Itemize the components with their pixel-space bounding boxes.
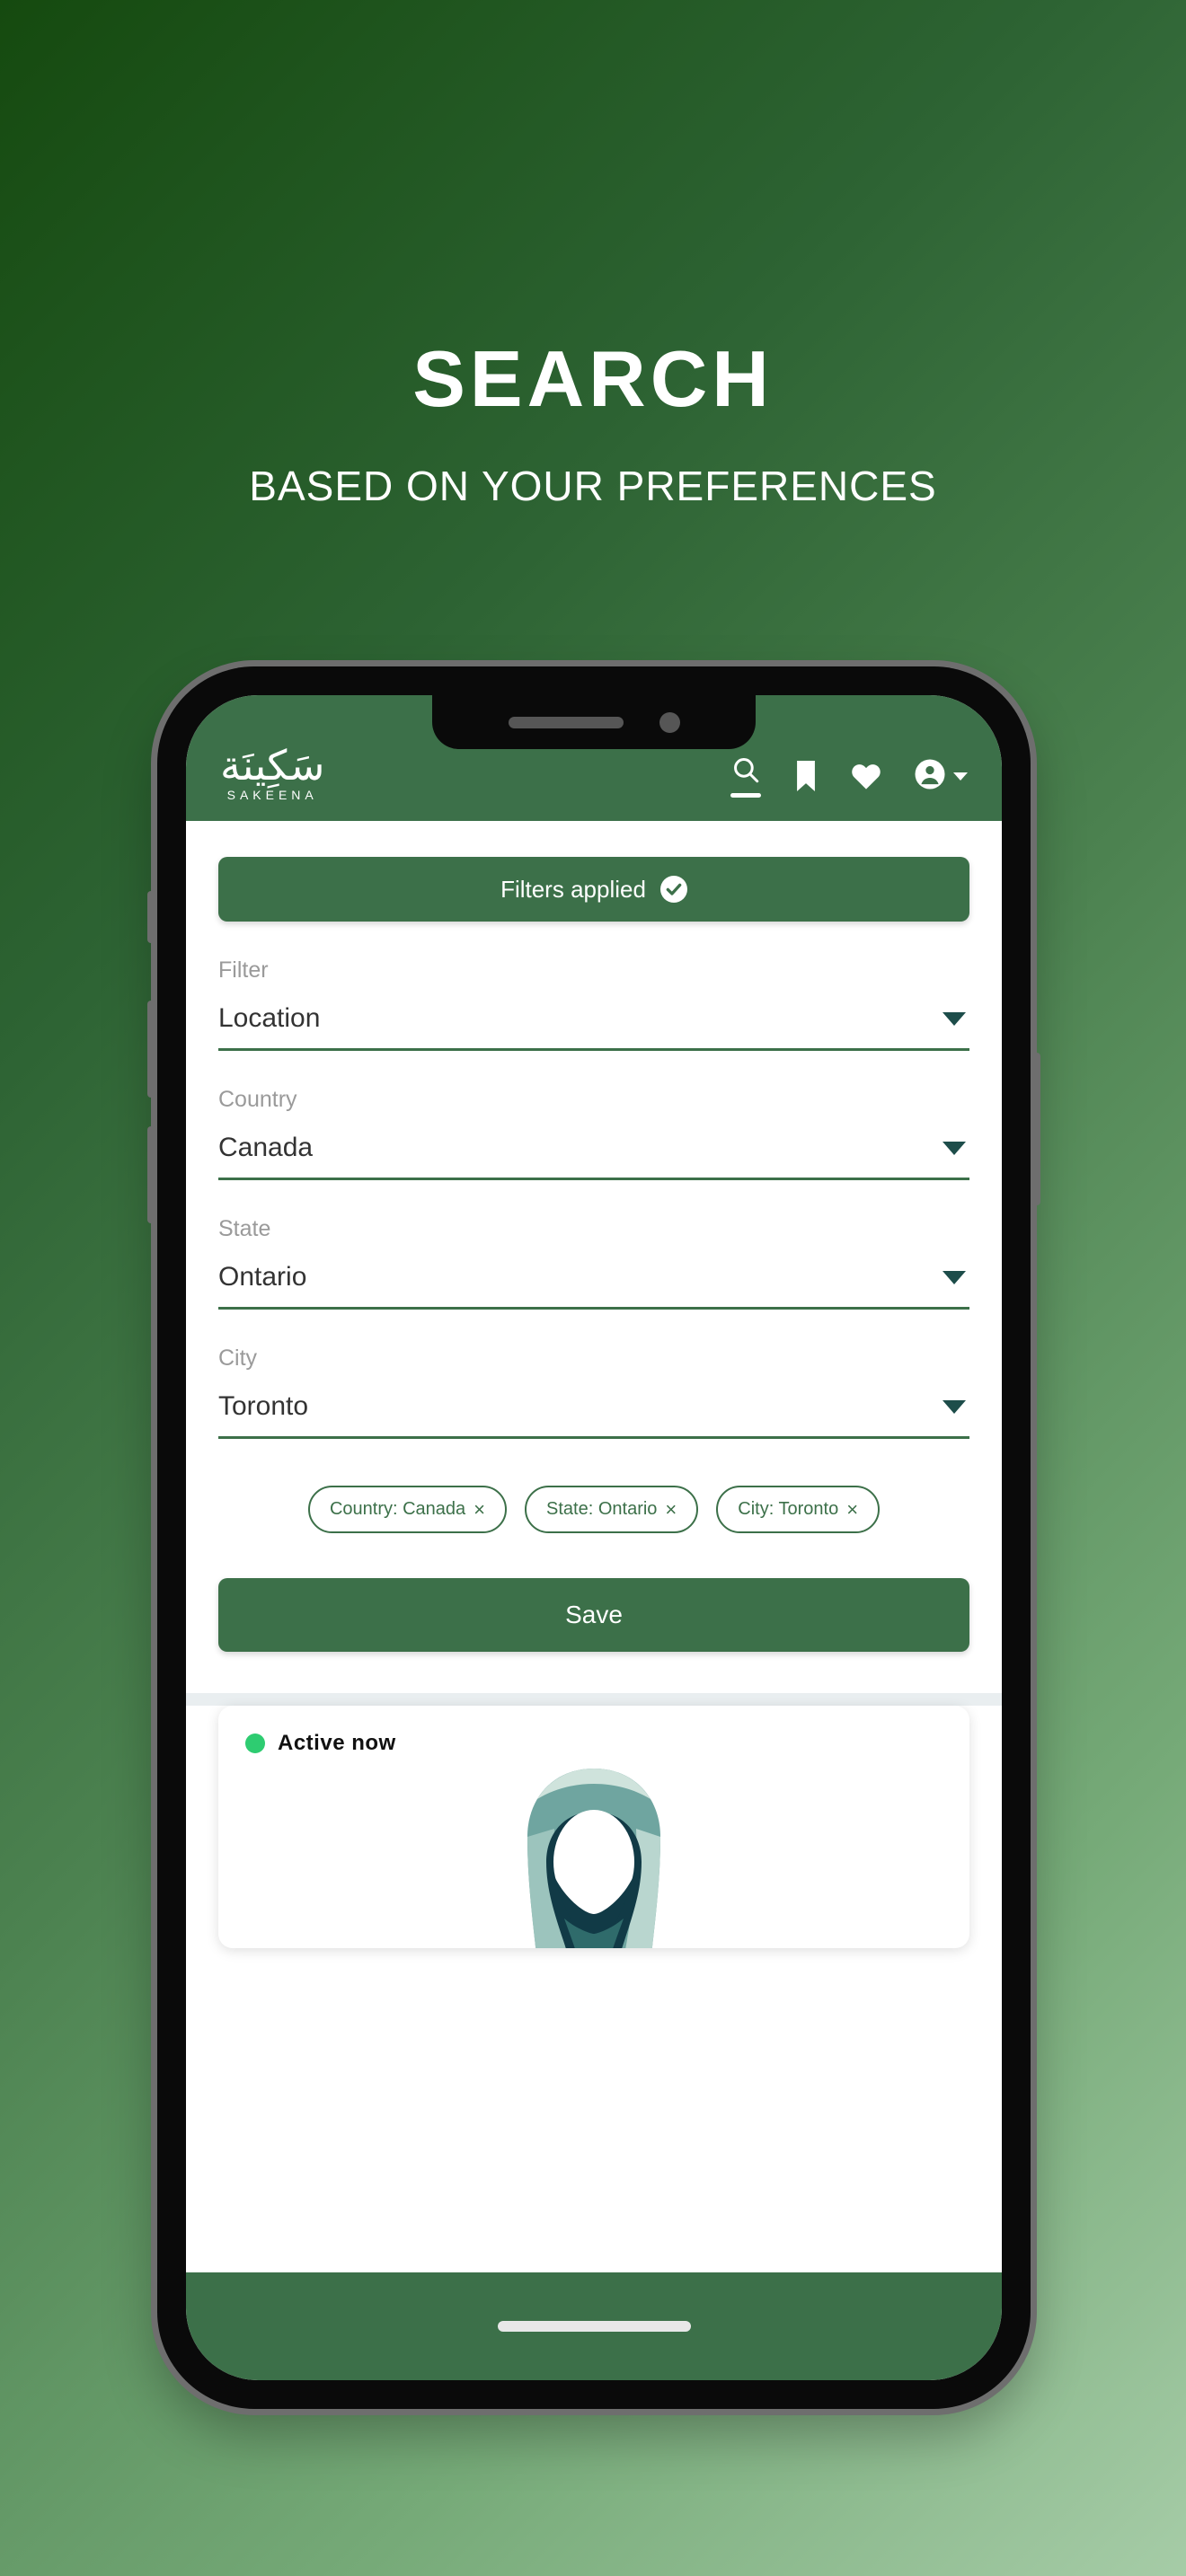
- city-field: City Toronto: [218, 1347, 969, 1439]
- city-field-value: Toronto: [218, 1391, 309, 1421]
- state-field: State Ontario: [218, 1218, 969, 1310]
- chevron-down-icon: [943, 1141, 966, 1155]
- promo-banner: SEARCH BASED ON YOUR PREFERENCES: [0, 0, 1186, 507]
- remove-chip-icon[interactable]: ×: [846, 1499, 858, 1520]
- state-field-select[interactable]: Ontario: [218, 1264, 969, 1310]
- phone-notch: [432, 695, 756, 749]
- filter-chip-state[interactable]: State: Ontario ×: [525, 1486, 699, 1533]
- logo-arabic-text: سَكِينَة: [220, 741, 325, 790]
- app-content: Filters applied Filter Location Country: [186, 821, 1002, 1652]
- country-field-value: Canada: [218, 1133, 314, 1162]
- profile-result-card[interactable]: Active now: [218, 1706, 969, 1948]
- filter-field-value: Location: [218, 1003, 321, 1033]
- app-logo[interactable]: سَكِينَة SAKEENA: [220, 745, 324, 801]
- bookmark-icon: [793, 761, 819, 791]
- filters-applied-label: Filters applied: [500, 875, 646, 903]
- city-field-select[interactable]: Toronto: [218, 1393, 969, 1439]
- country-field-select[interactable]: Canada: [218, 1134, 969, 1180]
- filter-field-label: Filter: [218, 957, 269, 983]
- save-button[interactable]: Save: [218, 1578, 969, 1652]
- filter-chip-label: State: Ontario: [546, 1499, 658, 1519]
- applied-filter-chips: Country: Canada × State: Ontario × City:…: [218, 1486, 969, 1533]
- volume-up-button[interactable]: [147, 1001, 157, 1098]
- city-field-label: City: [218, 1345, 258, 1371]
- silence-switch[interactable]: [147, 891, 157, 943]
- filter-field: Filter Location: [218, 959, 969, 1051]
- filter-chip-city[interactable]: City: Toronto ×: [716, 1486, 881, 1533]
- chevron-down-icon: [943, 1399, 966, 1414]
- logo-latin-text: SAKEENA: [226, 788, 318, 802]
- favorites-nav-item[interactable]: [851, 762, 881, 790]
- filter-chip-label: City: Toronto: [738, 1499, 839, 1519]
- filter-chip-country[interactable]: Country: Canada ×: [307, 1486, 508, 1533]
- phone-mockup: سَكِينَة SAKEENA Filters applied Filter …: [147, 666, 1040, 2409]
- remove-chip-icon[interactable]: ×: [665, 1499, 677, 1520]
- avatar: [491, 1761, 697, 1948]
- results-section-background: [186, 1693, 1002, 1706]
- earpiece-speaker: [508, 716, 624, 728]
- status-badge: Active now: [245, 1731, 943, 1756]
- header-icon-group: [730, 754, 968, 801]
- bookmark-nav-item[interactable]: [793, 761, 819, 791]
- phone-screen: سَكِينَة SAKEENA Filters applied Filter …: [186, 695, 1002, 2380]
- state-field-value: Ontario: [218, 1262, 307, 1292]
- account-icon: [914, 758, 946, 795]
- power-button[interactable]: [1031, 1053, 1040, 1205]
- chevron-down-icon: [953, 772, 968, 781]
- status-badge-label: Active now: [278, 1731, 396, 1755]
- active-tab-underline: [730, 793, 761, 798]
- state-field-label: State: [218, 1216, 271, 1241]
- front-camera: [659, 711, 680, 733]
- filter-field-select[interactable]: Location: [218, 1005, 969, 1051]
- filters-applied-button[interactable]: Filters applied: [218, 857, 969, 922]
- volume-down-button[interactable]: [147, 1126, 157, 1223]
- country-field-label: Country: [218, 1087, 297, 1112]
- page-subtitle: BASED ON YOUR PREFERENCES: [249, 463, 937, 509]
- chevron-down-icon: [943, 1011, 966, 1026]
- search-nav-item[interactable]: [730, 754, 761, 798]
- search-icon: [730, 754, 761, 785]
- filter-chip-label: Country: Canada: [329, 1499, 466, 1519]
- content-spacer: [186, 1652, 1002, 1693]
- chevron-down-icon: [943, 1270, 966, 1284]
- country-field: Country Canada: [218, 1089, 969, 1180]
- account-nav-item[interactable]: [914, 758, 968, 795]
- remove-chip-icon[interactable]: ×: [474, 1499, 485, 1520]
- online-status-dot: [245, 1734, 265, 1753]
- check-circle-icon: [659, 876, 687, 903]
- heart-icon: [851, 762, 881, 790]
- page-title: SEARCH: [412, 334, 774, 423]
- home-indicator-bar: [186, 2272, 1002, 2380]
- home-indicator[interactable]: [497, 2321, 691, 2332]
